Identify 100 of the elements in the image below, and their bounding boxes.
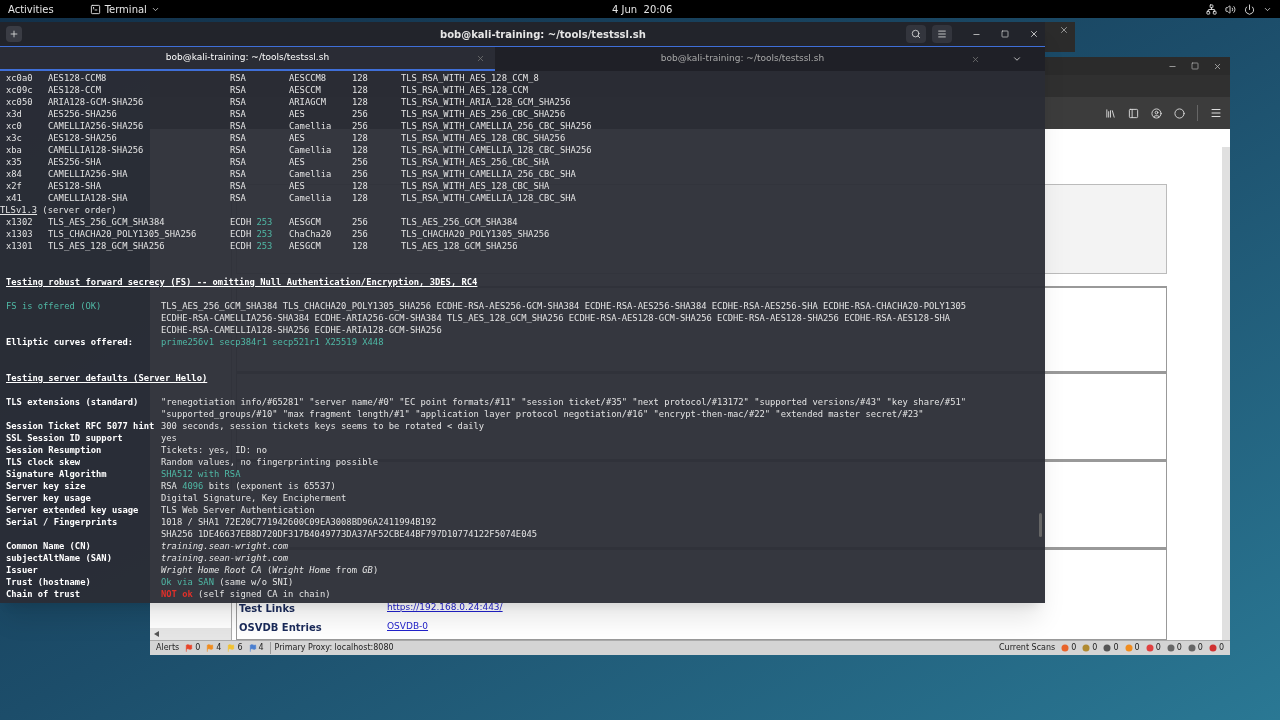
result-label: Signature Algorithm [6, 468, 108, 480]
key-exchange: ECDH 253 [230, 216, 274, 228]
encryption: Camellia [289, 120, 333, 132]
scan-icon [1187, 644, 1196, 652]
search-icon [911, 29, 921, 39]
cipher-name: CAMELLIA128-SHA256 [48, 144, 145, 156]
cipher-name: CAMELLIA256-SHA [48, 168, 129, 180]
result-label: Chain of trust [6, 588, 82, 600]
iana-name: TLS_RSA_WITH_AES_128_CBC_SHA [401, 180, 551, 192]
cipher-hex: x1301 [6, 240, 34, 252]
cipher-hex: x1303 [6, 228, 34, 240]
result-value: training.sean-wright.com [161, 552, 290, 564]
maximize-icon[interactable] [1001, 30, 1009, 38]
scans-label: Current Scans [999, 642, 1056, 654]
maximize-icon[interactable] [1191, 62, 1199, 70]
tab-list-icon[interactable] [1012, 54, 1022, 64]
result-label: SSL Session ID support [6, 432, 124, 444]
library-icon[interactable] [1105, 107, 1116, 119]
iana-name: TLS_RSA_WITH_AES_128_CBC_SHA256 [401, 132, 567, 144]
scan-icon [1124, 644, 1133, 652]
scrollbar[interactable] [1222, 147, 1230, 640]
report-label: Test Links [238, 602, 296, 616]
scan-count: 0 [1197, 642, 1203, 654]
result-value: NOT ok (self signed CA in chain) [161, 588, 332, 600]
key-bits: 256 [352, 228, 369, 240]
encryption: AESCCM [289, 84, 322, 96]
encryption: AES [289, 156, 306, 168]
iana-name: TLS_RSA_WITH_AES_128_CCM_8 [401, 72, 540, 84]
scan-count: 0 [1176, 642, 1182, 654]
search-button[interactable] [906, 25, 926, 43]
cipher-name: AES128-CCM [48, 84, 102, 96]
result-label: TLS extensions (standard) [6, 396, 140, 408]
section-heading: Testing robust forward secrecy (FS) -- omitting Null Authentication/Encryption, 3DES, RC4 [6, 277, 478, 287]
alert-count: 6 [237, 642, 243, 654]
scan-count: 0 [1155, 642, 1161, 654]
key-bits: 128 [352, 84, 369, 96]
network-icon[interactable] [1206, 3, 1217, 15]
iana-name: TLS_AES_128_GCM_SHA256 [401, 240, 519, 252]
key-bits: 128 [352, 132, 369, 144]
key-bits: 256 [352, 108, 369, 120]
iana-name: TLS_RSA_WITH_CAMELLIA_128_CBC_SHA256 [401, 144, 593, 156]
power-icon[interactable] [1244, 3, 1255, 15]
cipher-name: AES256-SHA [48, 156, 102, 168]
result-label: FS is offered (OK) [6, 300, 103, 312]
sidebar-icon[interactable] [1128, 107, 1139, 119]
close-tab-icon[interactable] [971, 54, 980, 64]
scan-count: 0 [1218, 642, 1224, 654]
key-exchange: RSA [230, 108, 247, 120]
close-icon[interactable] [1029, 29, 1039, 39]
terminal-tab[interactable]: bob@kali-training: ~/tools/testssl.sh [495, 47, 990, 71]
scan-count: 0 [1113, 642, 1119, 654]
encryption: Camellia [289, 168, 333, 180]
result-value: 1018 / SHA1 72E20C771942600C09EA3008BD96A2411994B192 [161, 516, 438, 528]
close-icon[interactable] [1213, 61, 1222, 71]
cipher-hex: xc0a0 [6, 72, 34, 84]
result-value: SHA256 1DE46637EB8D720DF317B4049773DA37AF52CBE44BF797D10774122F5074E045 [161, 528, 539, 540]
encryption: AES [289, 180, 306, 192]
menu-icon[interactable] [1210, 107, 1222, 119]
iana-name: TLS_RSA_WITH_AES_256_CBC_SHA [401, 156, 551, 168]
key-bits: 256 [352, 156, 369, 168]
app-menu[interactable]: Terminal [89, 1, 160, 17]
menu-icon [937, 29, 947, 39]
menu-button[interactable] [932, 25, 952, 43]
cipher-name: TLS_AES_256_GCM_SHA384 [48, 216, 166, 228]
report-link[interactable]: OSVDB-0 [387, 620, 429, 634]
key-exchange: RSA [230, 96, 247, 108]
new-tab-button[interactable] [6, 26, 22, 42]
encryption: AES [289, 108, 306, 120]
key-bits: 256 [352, 120, 369, 132]
result-value: SHA512 with RSA [161, 468, 242, 480]
terminal-tab[interactable]: bob@kali-training: ~/tools/testssl.sh [0, 47, 495, 71]
result-label: Serial / Fingerprints [6, 516, 119, 528]
cipher-name: CAMELLIA128-SHA [48, 192, 129, 204]
result-label: Server key size [6, 480, 87, 492]
alert-count: 4 [216, 642, 222, 654]
key-bits: 256 [352, 216, 369, 228]
result-value: 300 seconds, session tickets keys seems to be rotated < daily [161, 420, 486, 432]
circle-icon[interactable] [1174, 107, 1185, 119]
account-icon[interactable] [1151, 107, 1162, 119]
terminal-icon [89, 3, 101, 15]
result-value: Random values, no fingerprinting possible [161, 456, 380, 468]
cipher-hex: x3c [6, 132, 23, 144]
key-bits: 128 [352, 96, 369, 108]
volume-icon[interactable] [1225, 3, 1236, 15]
report-link[interactable]: https://192.168.0.24:443/ [387, 601, 503, 615]
cipher-name: TLS_AES_128_GCM_SHA256 [48, 240, 166, 252]
scan-count: 0 [1071, 642, 1077, 654]
scan-count: 0 [1092, 642, 1098, 654]
protocol-label: TLSv1.3 (server order) [0, 205, 117, 215]
activities-button[interactable]: Activities [8, 1, 54, 17]
result-value: prime256v1 secp384r1 secp521r1 X25519 X448 [161, 336, 385, 348]
clock[interactable]: 4 Jun 20:06 [612, 1, 673, 17]
scrollbar-thumb[interactable] [1039, 513, 1042, 537]
scroll-left-icon[interactable] [154, 631, 159, 637]
cipher-name: TLS_CHACHA20_POLY1305_SHA256 [48, 228, 198, 240]
window-title: bob@kali-training: ~/tools/testssl.sh [440, 27, 646, 42]
close-icon[interactable] [1059, 25, 1069, 35]
scan-icon [1061, 644, 1070, 652]
key-bits: 128 [352, 72, 369, 84]
encryption: AESGCM [289, 216, 322, 228]
